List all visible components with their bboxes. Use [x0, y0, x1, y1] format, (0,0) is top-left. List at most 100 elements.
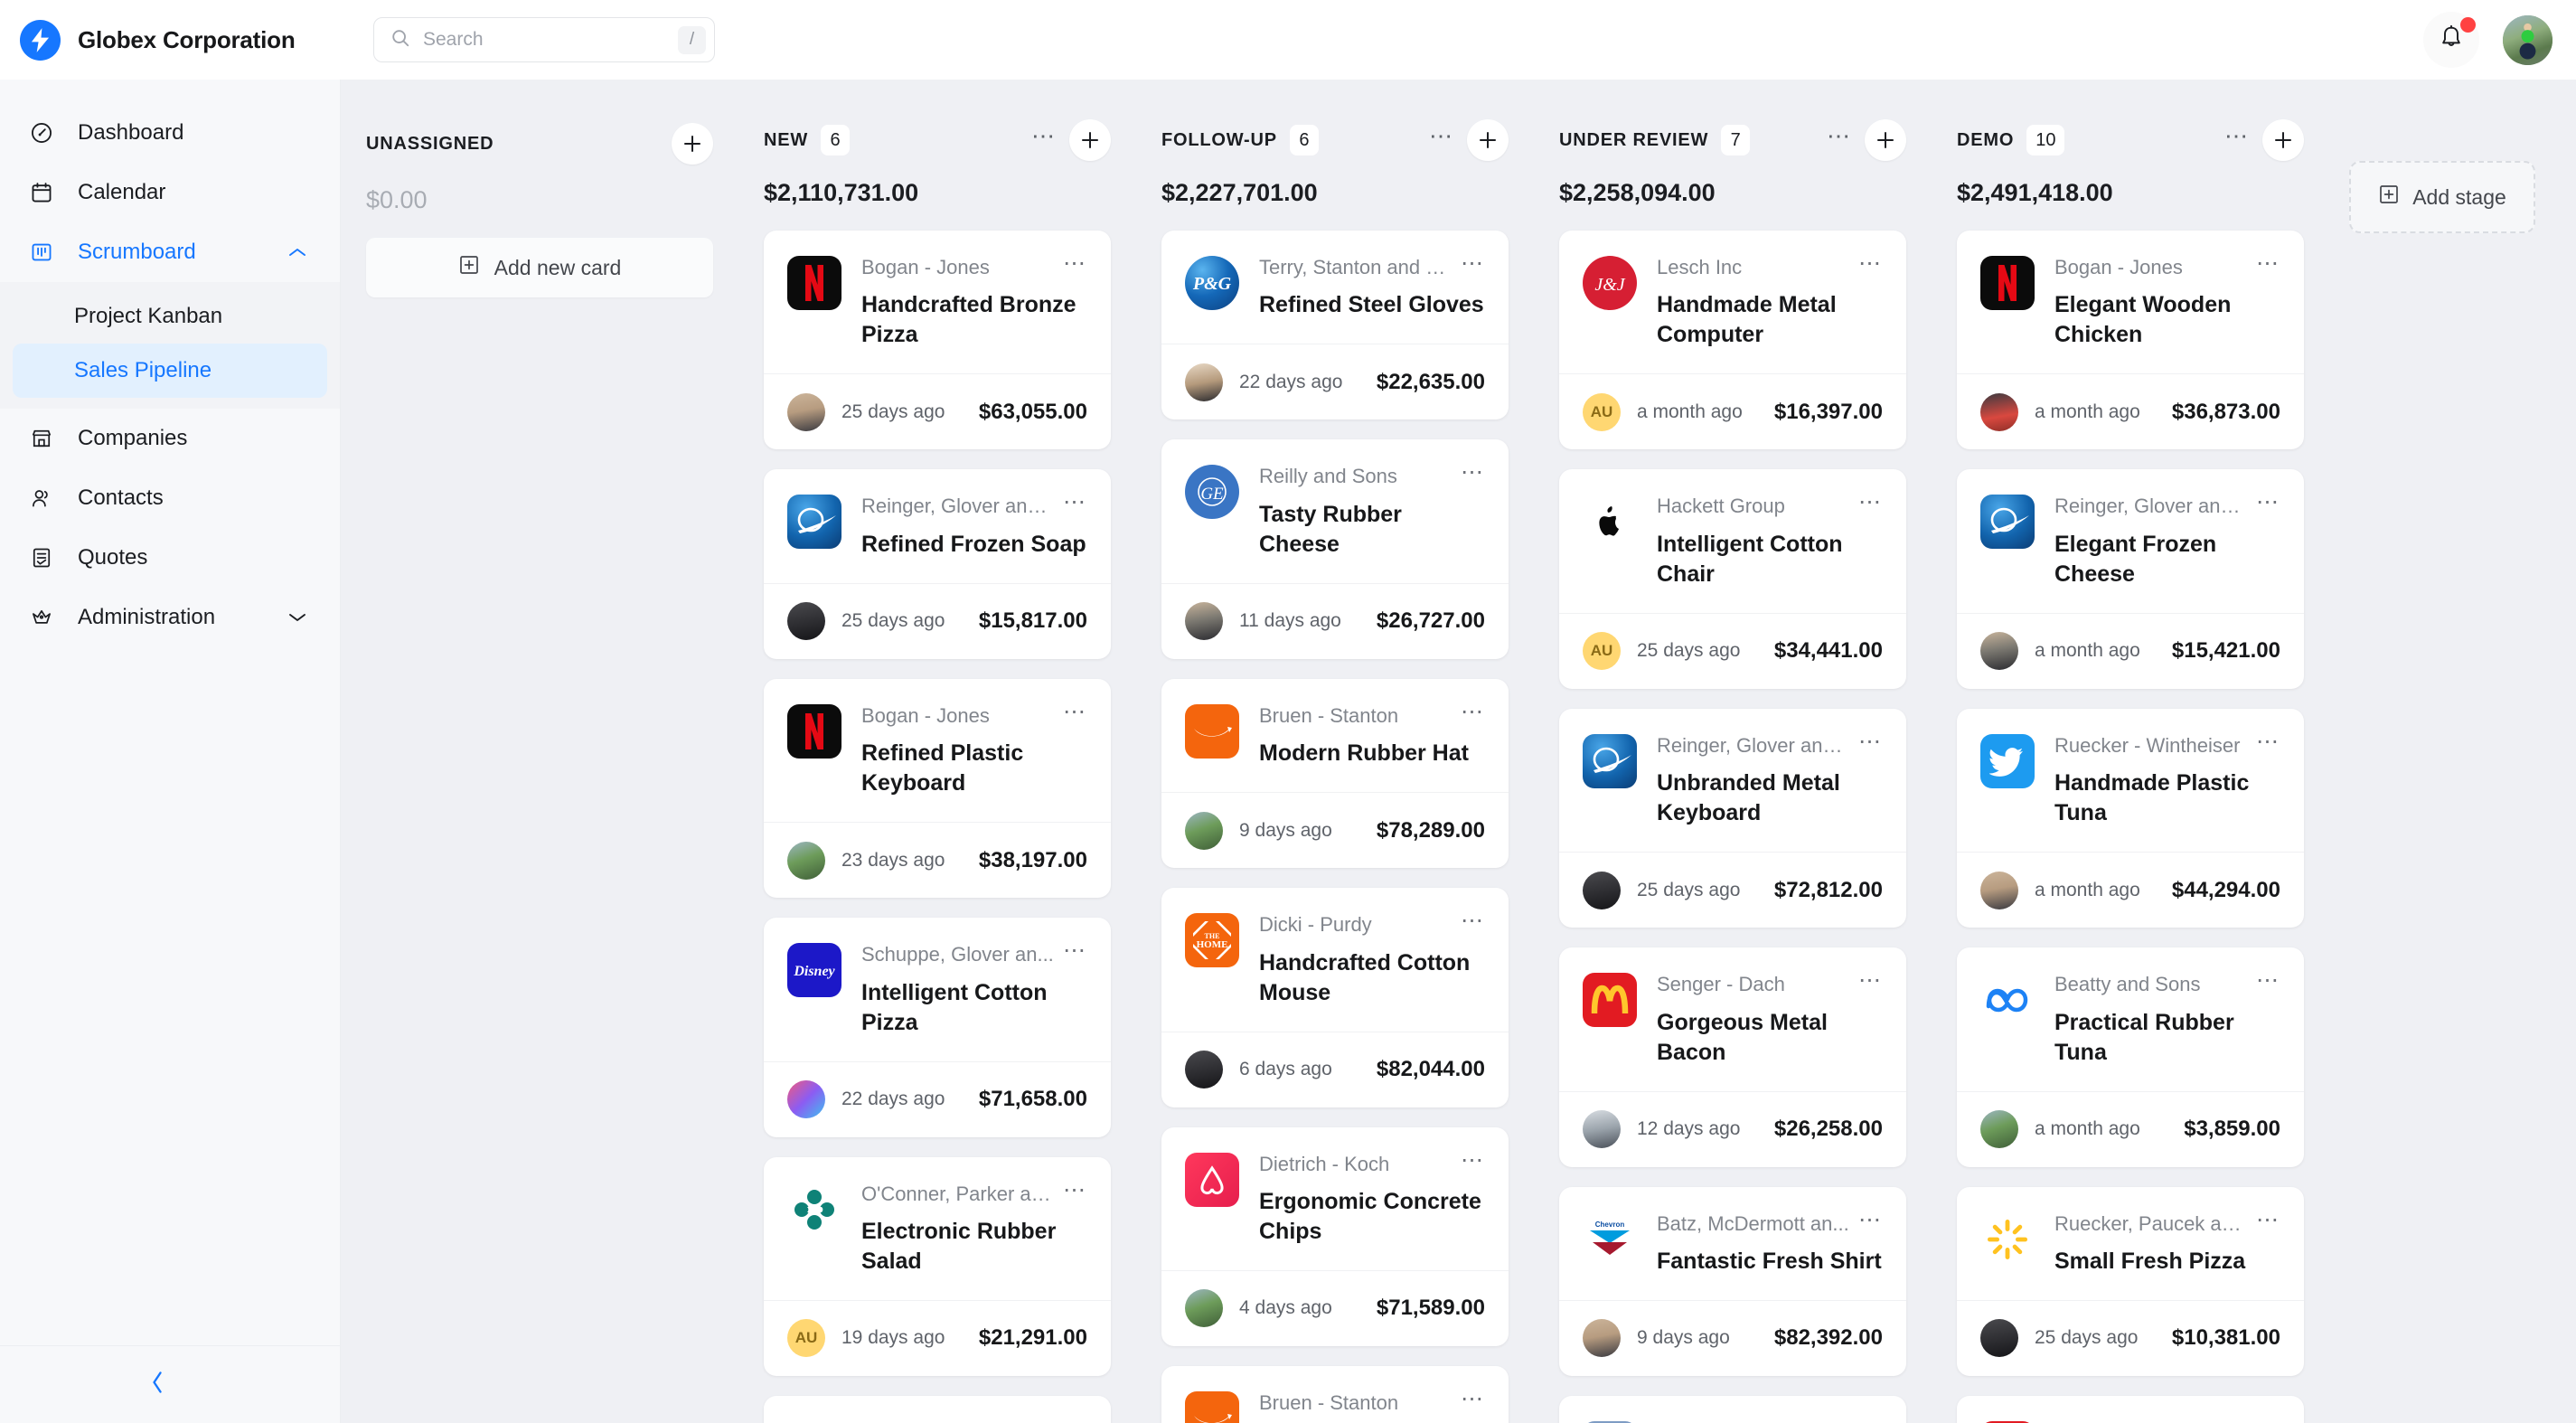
company-logo-netflix-icon	[787, 256, 841, 310]
bell-icon	[2440, 24, 2463, 55]
card-amount: $21,291.00	[978, 1325, 1087, 1351]
card-menu-button[interactable]: ⋯	[1858, 1208, 1883, 1230]
card-menu-button[interactable]: ⋯	[1063, 1178, 1087, 1201]
deal-card[interactable]: Ruecker, Paucek an... ⋯ Small Fresh Pizza 2…	[1957, 1186, 2304, 1376]
card-menu-button[interactable]: ⋯	[2256, 1208, 2280, 1230]
card-company: Ruecker - Wintheiser	[2054, 733, 2241, 757]
deal-card[interactable]: J&J Lesch Inc ⋯ Handmade Metal Computer AU a …	[1559, 231, 1906, 450]
sidebar-item-dashboard[interactable]: Dashboard	[0, 103, 340, 163]
sidebar-item-project-kanban[interactable]: Project Kanban	[13, 289, 327, 344]
contacts-icon	[27, 485, 55, 513]
card-menu-button[interactable]: ⋯	[1063, 252, 1087, 275]
card-title: Intelligent Cotton Pizza	[861, 979, 1048, 1035]
deal-card[interactable]: Chevron Batz, McDermott an... ⋯ Fantastic F…	[1559, 1186, 1906, 1376]
card-menu-button[interactable]: ⋯	[1461, 252, 1485, 275]
deal-card[interactable]: O'Conner, Parker an... ⋯ Electronic Rubber…	[764, 1156, 1111, 1376]
card-menu-button[interactable]: ⋯	[2256, 491, 2280, 514]
column-add-card-button[interactable]	[2262, 119, 2304, 161]
card-amount: $26,727.00	[1376, 608, 1485, 634]
card-amount: $10,381.00	[2171, 1325, 2280, 1351]
card-amount: $22,635.00	[1376, 369, 1485, 394]
deal-card[interactable]: GoldmanSachsHermiston - Carter⋯Oriental …	[1559, 1395, 1906, 1423]
card-company-row: Terry, Stanton and D... ⋯	[1259, 252, 1485, 279]
avatar[interactable]	[2503, 14, 2552, 65]
card-menu-button[interactable]: ⋯	[1858, 969, 1883, 992]
card-menu-button[interactable]: ⋯	[1858, 252, 1883, 275]
sidebar-item-contacts[interactable]: Contacts	[0, 468, 340, 528]
column-add-card-button[interactable]	[1069, 119, 1111, 161]
sidebar-collapse-button[interactable]	[0, 1345, 341, 1423]
sidebar-item-companies[interactable]: Companies	[0, 409, 340, 468]
deal-card[interactable]: Reinger, Glover and ... ⋯ Unbranded Metal …	[1559, 708, 1906, 928]
deal-card[interactable]: Bruen - Stanton⋯Oriental Cotton Car2 day…	[1161, 1365, 1509, 1423]
card-footer: 9 days ago $78,289.00	[1161, 792, 1509, 868]
card-amount: $15,817.00	[978, 608, 1087, 634]
card-menu-button[interactable]: ⋯	[2256, 252, 2280, 275]
column-menu-button[interactable]: ⋯	[1429, 124, 1454, 149]
column-menu-button[interactable]: ⋯	[2224, 124, 2250, 149]
deal-card[interactable]: P&G Terry, Stanton and D... ⋯ Refined Steel…	[1161, 231, 1509, 420]
column-menu-button[interactable]: ⋯	[1827, 124, 1852, 149]
sidebar-item-sales-pipeline[interactable]: Sales Pipeline	[13, 344, 327, 398]
deal-card[interactable]: Reinger, Glover and ... ⋯ Refined Frozen S…	[764, 469, 1111, 659]
add-new-card-button[interactable]: Add new card	[366, 238, 713, 297]
deal-card[interactable]: THE HOME Dicki - Purdy ⋯ Handcrafted Cotton …	[1161, 888, 1509, 1107]
card-footer: a month ago $15,421.00	[1957, 612, 2304, 689]
card-amount: $38,197.00	[978, 847, 1087, 872]
card-menu-button[interactable]: ⋯	[1461, 909, 1485, 932]
deal-card[interactable]: Disney Schuppe, Glover an... ⋯ Intelligent …	[764, 918, 1111, 1137]
search-input[interactable]: Search /	[373, 17, 715, 62]
sidebar-item-scrumboard[interactable]: Scrumboard	[0, 222, 340, 282]
column-add-card-button[interactable]	[672, 123, 713, 165]
card-top: Senger - Dach⋯Awesome Metal Fish	[1957, 1396, 2304, 1423]
deal-card[interactable]: Hackett Group ⋯ Intelligent Cotton Chair AU…	[1559, 469, 1906, 689]
card-menu-button[interactable]: ⋯	[1461, 1387, 1485, 1409]
brand[interactable]: Globex Corporation	[0, 19, 341, 61]
deal-card[interactable]: Bogan - Jones ⋯ Handcrafted Bronze Pizza 25…	[764, 231, 1111, 450]
card-title: Intelligent Cotton Chair	[1657, 531, 1843, 587]
card-menu-button[interactable]: ⋯	[1858, 730, 1883, 752]
card-body: Ruecker - Wintheiser ⋯ Handmade Plastic Tu…	[2054, 730, 2280, 828]
notifications-button[interactable]	[2423, 12, 2479, 68]
sidebar-item-administration[interactable]: Administration	[0, 588, 340, 647]
avatar	[787, 1080, 825, 1119]
deal-card[interactable]: O'Conner, Parker an...⋯Generic Wooden Pi…	[764, 1395, 1111, 1423]
card-menu-button[interactable]: ⋯	[1461, 461, 1485, 484]
deal-card[interactable]: GE Reilly and Sons ⋯ Tasty Rubber Cheese 11 …	[1161, 439, 1509, 659]
deal-card[interactable]: Senger - Dach⋯Awesome Metal Fish16 days …	[1957, 1395, 2304, 1423]
deal-card[interactable]: Reinger, Glover and ... ⋯ Elegant Frozen C…	[1957, 469, 2304, 689]
deal-card[interactable]: Senger - Dach ⋯ Gorgeous Metal Bacon 12 day…	[1559, 947, 1906, 1167]
card-menu-button[interactable]: ⋯	[2256, 730, 2280, 752]
chevron-up-icon[interactable]	[287, 246, 307, 259]
sidebar-item-calendar[interactable]: Calendar	[0, 163, 340, 222]
column-menu-button[interactable]: ⋯	[1031, 124, 1057, 149]
deal-card[interactable]: Bogan - Jones ⋯ Refined Plastic Keyboard 23…	[764, 678, 1111, 899]
company-logo-amazon-icon	[1185, 703, 1239, 759]
add-stage-button[interactable]: Add stage	[2349, 161, 2535, 233]
card-body: Hackett Group ⋯ Intelligent Cotton Chair	[1657, 491, 1883, 589]
card-menu-button[interactable]: ⋯	[1063, 700, 1087, 722]
card-company: Ruecker, Paucek an...	[2054, 1211, 2247, 1235]
card-menu-button[interactable]: ⋯	[1461, 1148, 1485, 1171]
deal-card[interactable]: Bruen - Stanton ⋯ Modern Rubber Hat 9 days …	[1161, 678, 1509, 869]
card-menu-button[interactable]: ⋯	[1461, 700, 1485, 722]
card-menu-button[interactable]: ⋯	[1063, 491, 1087, 514]
card-amount: $71,589.00	[1376, 1296, 1485, 1321]
deal-card[interactable]: Bogan - Jones ⋯ Elegant Wooden Chicken a mo…	[1957, 231, 2304, 450]
card-menu-button[interactable]: ⋯	[1063, 939, 1087, 962]
card-menu-button[interactable]: ⋯	[2256, 969, 2280, 992]
card-top: Bruen - Stanton ⋯ Modern Rubber Hat	[1161, 679, 1509, 792]
column-add-card-button[interactable]	[1865, 119, 1906, 161]
deal-card[interactable]: Beatty and Sons ⋯ Practical Rubber Tuna a m…	[1957, 947, 2304, 1167]
column-total: $2,110,731.00	[764, 179, 919, 206]
column-add-card-button[interactable]	[1467, 119, 1509, 161]
deal-card[interactable]: Dietrich - Koch ⋯ Ergonomic Concrete Chips…	[1161, 1126, 1509, 1346]
deal-card[interactable]: Ruecker - Wintheiser ⋯ Handmade Plastic Tu…	[1957, 708, 2304, 928]
card-footer: AU 19 days ago $21,291.00	[764, 1299, 1111, 1376]
card-title: Ergonomic Concrete Chips	[1259, 1188, 1481, 1244]
card-company-row: Schuppe, Glover an... ⋯	[861, 939, 1087, 966]
card-menu-button[interactable]: ⋯	[1858, 491, 1883, 514]
brand-name: Globex Corporation	[78, 25, 296, 53]
sidebar-item-quotes[interactable]: Quotes	[0, 528, 340, 588]
chevron-down-icon[interactable]	[287, 611, 307, 624]
